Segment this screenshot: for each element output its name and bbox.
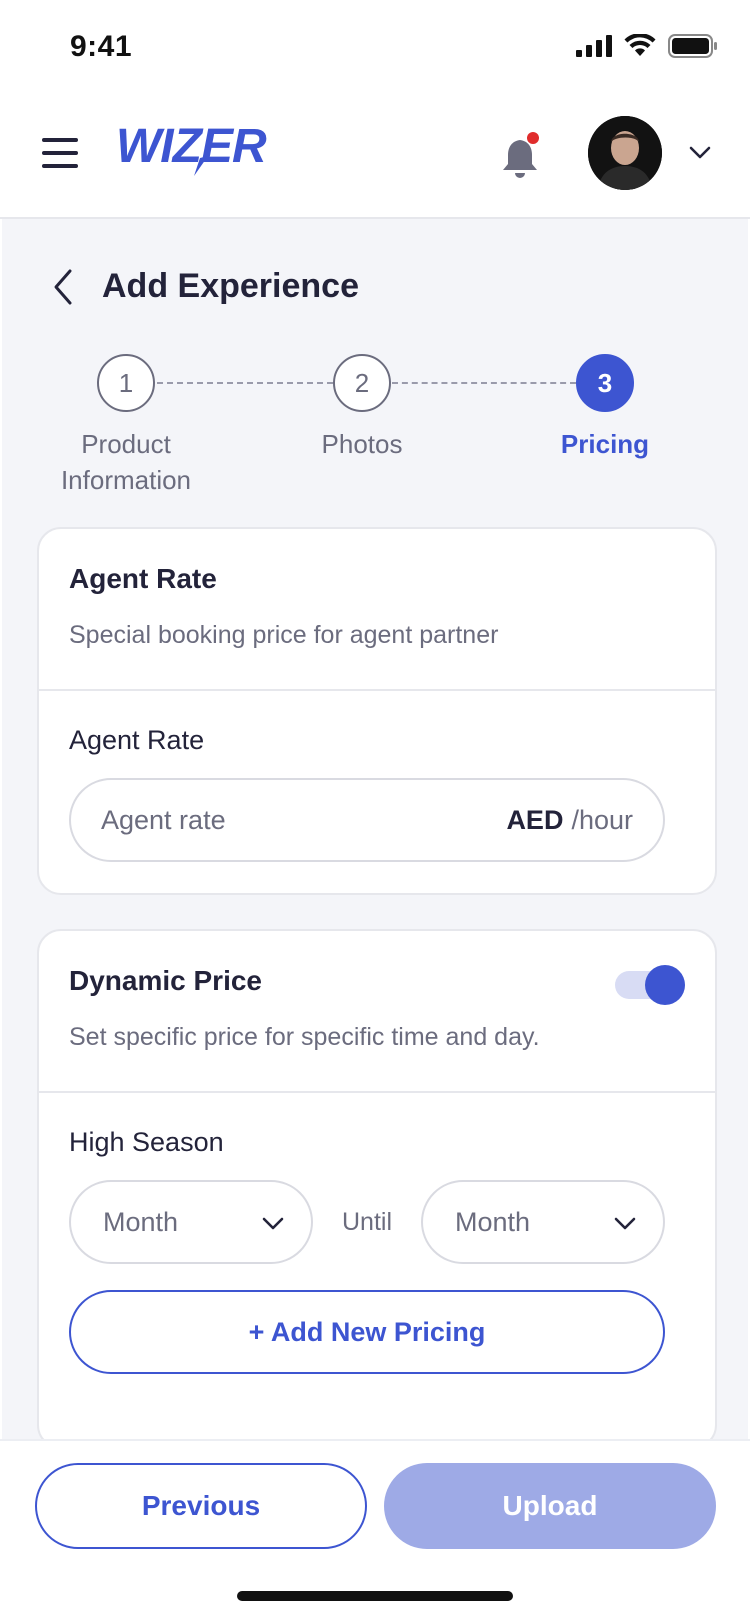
dynamic-price-title: Dynamic Price [69, 965, 262, 996]
currency-label: AED [506, 805, 564, 835]
toggle-knob [645, 965, 685, 1005]
agent-rate-title: Agent Rate [69, 563, 217, 594]
step-connector [392, 382, 576, 384]
app-header: WIZER [0, 96, 750, 219]
step-2-circle[interactable]: 2 [333, 354, 391, 412]
page-title: Add Experience [102, 267, 359, 305]
svg-text:WIZER: WIZER [116, 120, 267, 173]
step-1-circle[interactable]: 1 [97, 354, 155, 412]
bottom-action-bar: Previous Upload [0, 1439, 750, 1623]
add-new-pricing-button[interactable]: + Add New Pricing [69, 1290, 665, 1374]
to-month-select[interactable]: Month [421, 1180, 665, 1264]
avatar[interactable] [588, 116, 662, 190]
notification-dot [527, 132, 539, 144]
unit-label: /hour [571, 805, 633, 835]
dynamic-price-toggle[interactable] [615, 965, 685, 1005]
step-3-circle[interactable]: 3 [576, 354, 634, 412]
chevron-down-icon [614, 1217, 636, 1230]
agent-rate-input[interactable]: Agent rate AED/hour [69, 778, 665, 862]
agent-rate-description: Special booking price for agent partner [69, 621, 499, 649]
title-row: Add Experience [2, 259, 748, 319]
status-bar: 9:41 [0, 0, 750, 96]
until-label: Until [341, 1207, 392, 1236]
menu-icon[interactable] [42, 138, 78, 168]
dynamic-price-header: Dynamic Price Set specific price for spe… [39, 931, 715, 1093]
previous-button[interactable]: Previous [35, 1463, 367, 1549]
status-time: 9:41 [70, 30, 133, 63]
home-indicator [237, 1591, 513, 1601]
rate-suffix: AED/hour [506, 805, 633, 836]
dynamic-price-body: High Season Month Until Month + Add New … [39, 1093, 715, 1404]
battery-icon [668, 34, 717, 58]
chevron-left-icon[interactable] [48, 267, 78, 307]
step-3-label: Pricing [560, 429, 650, 459]
agent-rate-card: Agent Rate Special booking price for age… [37, 527, 717, 895]
agent-rate-placeholder: Agent rate [101, 805, 226, 835]
wifi-icon [624, 34, 656, 56]
agent-rate-header: Agent Rate Special booking price for age… [39, 529, 715, 691]
from-month-select[interactable]: Month [69, 1180, 313, 1264]
step-1-label-line2: Information [60, 465, 192, 495]
dynamic-price-description: Set specific price for specific time and… [69, 1023, 540, 1051]
step-1-label: Product Information [36, 426, 216, 498]
progress-stepper: 1 2 3 Product Information Photos Pricing [2, 354, 748, 514]
chevron-down-icon[interactable] [688, 140, 712, 164]
step-connector [157, 382, 333, 384]
agent-rate-body: Agent Rate Agent rate AED/hour [39, 691, 715, 892]
step-2-label: Photos [321, 429, 403, 459]
to-month-value: Month [455, 1207, 531, 1237]
wizer-logo[interactable]: WIZER [116, 118, 288, 178]
from-month-value: Month [103, 1207, 179, 1237]
season-label: High Season [69, 1127, 224, 1157]
season-range-row: Month Until Month [69, 1180, 665, 1264]
bell-icon[interactable] [500, 132, 544, 182]
main-content: Add Experience 1 2 3 Product Information… [2, 219, 748, 1449]
step-1-label-line1: Product [81, 429, 171, 459]
cellular-signal-icon [576, 35, 612, 57]
chevron-down-icon [262, 1217, 284, 1230]
upload-button[interactable]: Upload [384, 1463, 716, 1549]
dynamic-price-card: Dynamic Price Set specific price for spe… [37, 929, 717, 1449]
status-icons [576, 34, 718, 58]
agent-rate-field-label: Agent Rate [69, 725, 205, 755]
